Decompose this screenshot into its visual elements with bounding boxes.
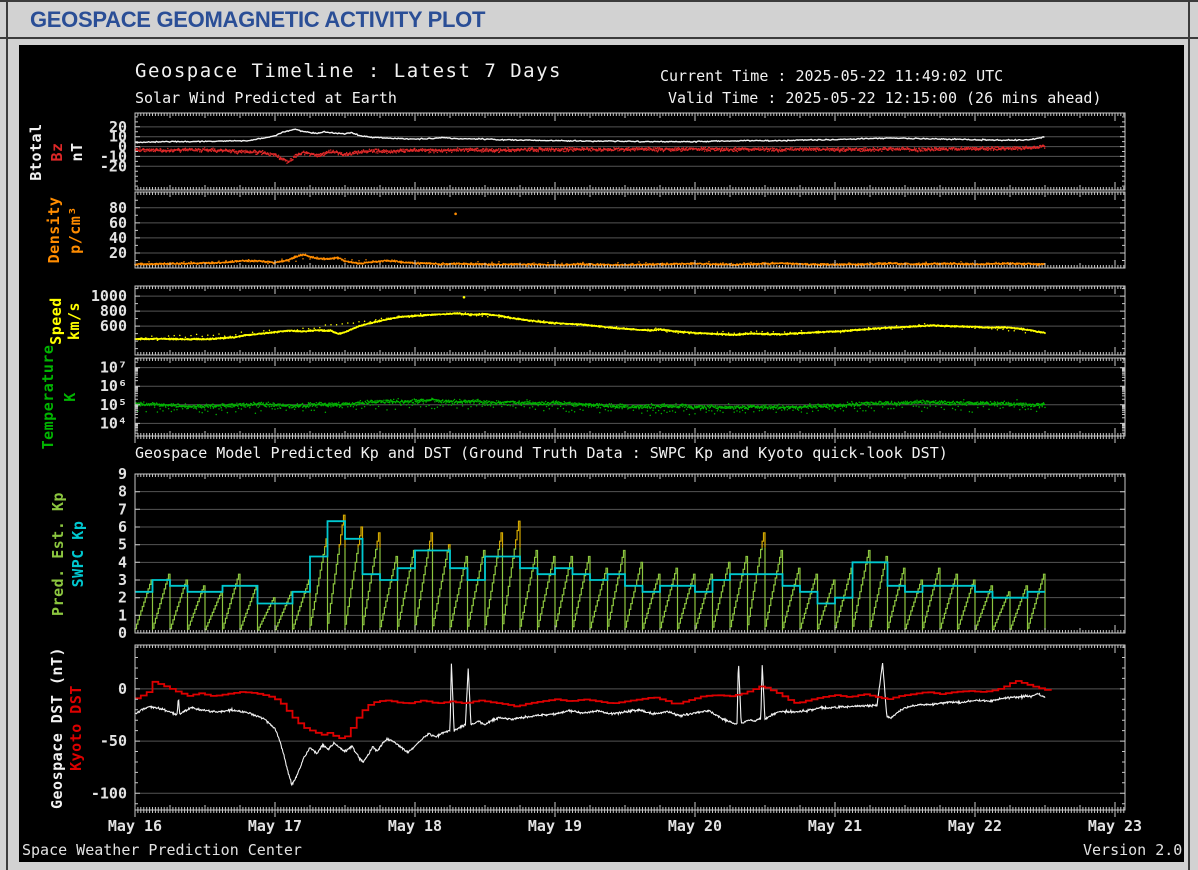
y-tick-label: -50 <box>100 732 127 750</box>
y-tick-label: -20 <box>100 157 127 175</box>
valid-time-label: Valid Time : 2025-05-22 12:15:00 (26 min… <box>668 89 1102 107</box>
y-tick-label: 5 <box>118 536 127 554</box>
x-tick-label: May 21 <box>808 817 862 835</box>
y-ticks-speed <box>135 288 1125 350</box>
y-tick-label: 600 <box>100 317 127 335</box>
panel-frame-density <box>134 191 1126 269</box>
footer-source: Space Weather Prediction Center <box>22 841 302 859</box>
series-speed-outlier <box>462 295 466 299</box>
panel-ylabel-bfield-0: Btotal <box>27 122 45 181</box>
solar-wind-subtitle: Solar Wind Predicted at Earth <box>135 89 397 107</box>
panel-ylabel-speed-1: km/s <box>65 301 83 340</box>
kp-dst-subtitle: Geospace Model Predicted Kp and DST (Gro… <box>135 444 948 462</box>
y-tick-label: 7 <box>118 500 127 518</box>
y-tick-label: 0 <box>118 680 127 698</box>
y-ticks-density <box>135 199 1125 261</box>
panel-ylabel-speed-0: Speed <box>47 296 65 345</box>
timeline-plot: 20100-10-2080604020100080060010⁷10⁶10⁵10… <box>91 112 1142 835</box>
panel-ylabel-temperature-1: K <box>61 392 79 402</box>
y-tick-label: 3 <box>118 571 127 589</box>
panel-frame-temperature <box>134 357 1126 437</box>
y-tick-label: 1 <box>118 606 127 624</box>
x-tick-label: May 22 <box>948 817 1002 835</box>
panel-ylabel-temperature-0: Temperature <box>39 344 57 450</box>
time-ticks-temperature <box>134 358 1125 443</box>
panel-ylabel-density-0: Density <box>45 196 63 264</box>
x-tick-label: May 17 <box>248 817 302 835</box>
y-tick-label: 2 <box>118 589 127 607</box>
y-tick-label: 9 <box>118 465 127 483</box>
series-geospace-dst <box>134 663 1046 787</box>
panel-ylabel-bfield-2: nT <box>68 141 86 162</box>
series-kyoto-dst <box>135 680 1052 739</box>
y-tick-label: 6 <box>118 518 127 536</box>
x-tick-label: May 19 <box>528 817 582 835</box>
time-ticks-density <box>134 192 1125 268</box>
y-tick-label: -100 <box>91 784 127 802</box>
y-tick-label: 0 <box>118 624 127 642</box>
panel-ylabel-dst-0: Geospace DST (nT) <box>48 646 66 809</box>
y-tick-label: 4 <box>118 553 127 571</box>
x-tick-label: May 20 <box>668 817 722 835</box>
y-tick-label: 10⁶ <box>100 377 127 395</box>
x-tick-label: May 16 <box>108 817 162 835</box>
series-density-outlier <box>454 212 457 216</box>
series-btotal <box>134 128 1045 144</box>
y-tick-label: 20 <box>109 244 127 262</box>
panel-ylabel-kp-1: SWPC Kp <box>69 520 87 587</box>
panel-ylabel-dst-1: Kyoto DST <box>67 684 85 771</box>
y-tick-label: 10⁴ <box>100 414 127 432</box>
x-tick-label: May 18 <box>388 817 442 835</box>
current-time-label: Current Time : 2025-05-22 11:49:02 UTC <box>660 67 1004 85</box>
y-tick-label: 8 <box>118 483 127 501</box>
panel-frame-bfield <box>134 112 1126 191</box>
footer-version: Version 2.0 <box>1083 841 1183 859</box>
y-ticks-dst <box>135 646 1125 805</box>
plot-title: Geospace Timeline : Latest 7 Days <box>135 60 562 82</box>
panel-frame-dst <box>134 644 1126 811</box>
y-ticks-temperature <box>135 358 1125 434</box>
series-bz <box>134 144 1046 164</box>
y-tick-label: 10⁵ <box>100 396 127 414</box>
panel-ylabel-kp-0: Pred. Est. Kp <box>49 491 67 616</box>
time-ticks-bfield <box>134 113 1125 190</box>
y-tick-label: 10⁷ <box>100 359 127 377</box>
panel-ylabel-bfield-1: Bz <box>48 141 66 162</box>
x-tick-label: May 23 <box>1088 817 1142 835</box>
panel-ylabel-density-1: p/cm³ <box>66 206 84 254</box>
time-ticks-dst <box>134 645 1125 817</box>
